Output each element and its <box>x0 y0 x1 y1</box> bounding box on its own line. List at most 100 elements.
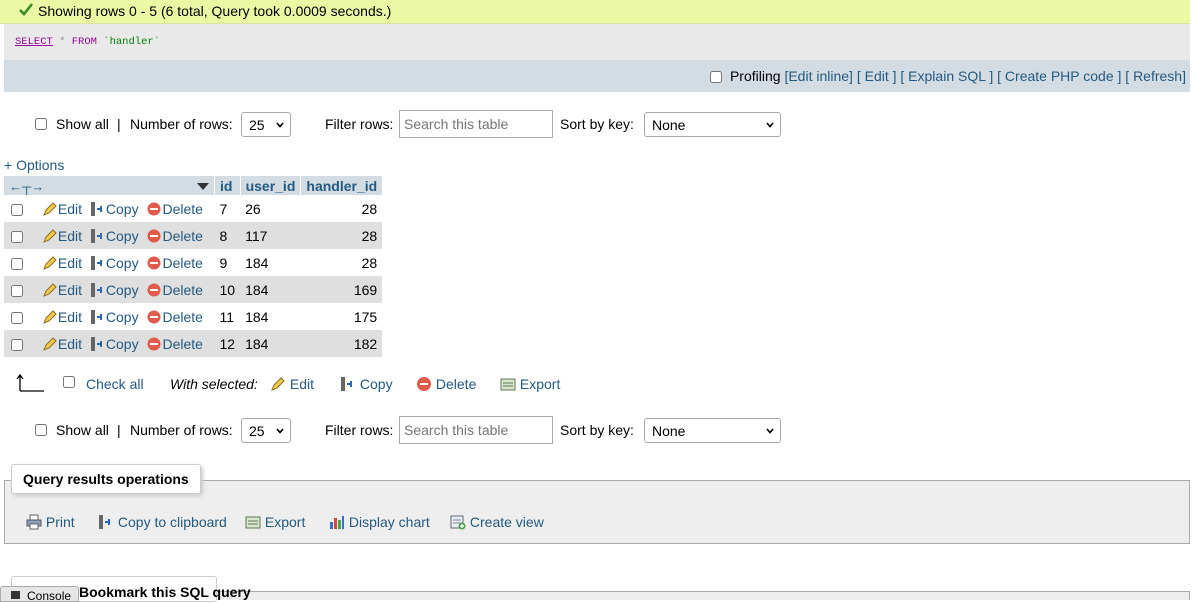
results-table: ←┬→ id user_id handler_id Edit Copy Dele… <box>4 176 383 357</box>
options-toggle-link[interactable]: + Options <box>4 157 64 173</box>
filter-rows-input[interactable]: Search this table <box>399 110 553 138</box>
row-edit-button[interactable]: Edit <box>42 228 82 244</box>
bulk-actions-bar: Check all With selected: Edit Copy Delet… <box>0 371 700 397</box>
console-tab[interactable]: Console <box>0 586 79 603</box>
table-row: Edit Copy Delete 7 26 28 <box>4 195 383 222</box>
success-message: Showing rows 0 - 5 (6 total, Query took … <box>38 3 392 19</box>
check-all-checkbox[interactable] <box>63 376 75 388</box>
row-checkbox[interactable] <box>11 230 23 243</box>
copy-icon <box>90 255 102 270</box>
row-copy-button[interactable]: Copy <box>90 309 139 325</box>
bulk-edit-button[interactable]: Edit <box>270 376 314 392</box>
bulk-export-button[interactable]: Export <box>500 376 560 392</box>
number-of-rows-select[interactable]: 25 <box>241 418 291 443</box>
row-copy-button[interactable]: Copy <box>90 228 139 244</box>
row-copy-button[interactable]: Copy <box>90 336 139 352</box>
row-checkbox[interactable] <box>11 203 23 216</box>
pencil-icon <box>42 309 57 324</box>
column-header-handler-id[interactable]: handler_id <box>300 176 383 195</box>
cell-user-id: 184 <box>240 330 301 357</box>
sort-by-key-select[interactable]: None <box>644 418 781 443</box>
row-edit-button[interactable]: Edit <box>42 255 82 271</box>
pencil-icon <box>42 282 57 297</box>
copy-icon <box>341 377 352 391</box>
row-edit-label: Edit <box>57 200 83 217</box>
column-menu-icon[interactable] <box>197 182 209 191</box>
sql-star: * <box>59 36 66 48</box>
row-copy-label: Copy <box>105 254 139 271</box>
sql-tools-bar: Profiling [Edit inline] [ Edit ] [ Expla… <box>4 60 1190 92</box>
filter-rows-input[interactable]: Search this table <box>399 416 553 444</box>
row-copy-button[interactable]: Copy <box>90 282 139 298</box>
cell-id: 11 <box>214 303 241 330</box>
row-delete-label: Delete <box>162 254 203 271</box>
row-copy-label: Copy <box>105 308 139 325</box>
sql-keyword-from: FROM <box>71 36 97 48</box>
row-copy-label: Copy <box>105 227 139 244</box>
display-chart-button[interactable]: Display chart <box>329 514 430 530</box>
bulk-delete-button[interactable]: Delete <box>416 376 476 392</box>
profiling-checkbox[interactable] <box>710 71 723 83</box>
print-button[interactable]: Print <box>26 514 75 530</box>
create-view-label: Create view <box>469 514 544 530</box>
refresh-link[interactable]: [ Refresh] <box>1125 68 1186 84</box>
delete-icon <box>147 256 161 269</box>
show-all-checkbox[interactable] <box>35 118 47 130</box>
copy-icon <box>90 282 102 297</box>
export-icon <box>245 516 261 529</box>
navigation-bar-top: Show all | Number of rows: 25 Filter row… <box>0 110 800 142</box>
row-checkbox[interactable] <box>11 338 23 351</box>
row-copy-button[interactable]: Copy <box>90 255 139 271</box>
bulk-export-label: Export <box>519 376 561 392</box>
row-edit-label: Edit <box>57 254 83 271</box>
column-header-user-id[interactable]: user_id <box>240 176 302 195</box>
row-checkbox[interactable] <box>11 284 23 297</box>
row-checkbox[interactable] <box>11 311 23 324</box>
sort-by-key-select[interactable]: None <box>644 112 781 137</box>
profiling-label: Profiling <box>729 68 781 84</box>
row-edit-button[interactable]: Edit <box>42 336 82 352</box>
edit-link[interactable]: [ Edit ] <box>857 68 897 84</box>
copy-to-clipboard-button[interactable]: Copy to clipboard <box>98 514 227 530</box>
cell-handler-id: 28 <box>300 222 383 249</box>
create-view-button[interactable]: Create view <box>450 514 544 530</box>
table-row: Edit Copy Delete 9 184 28 <box>4 249 383 276</box>
cell-id: 7 <box>214 195 241 222</box>
row-copy-button[interactable]: Copy <box>90 201 139 217</box>
cell-id: 10 <box>214 276 241 303</box>
row-checkbox[interactable] <box>11 257 23 270</box>
query-results-operations-title: Query results operations <box>11 464 201 494</box>
column-resize-header[interactable]: ←┬→ <box>4 176 215 195</box>
pencil-icon <box>42 201 57 216</box>
row-delete-button[interactable]: Delete <box>146 201 203 217</box>
row-delete-button[interactable]: Delete <box>146 336 203 352</box>
row-actions: Edit Copy Delete <box>4 249 215 276</box>
row-edit-button[interactable]: Edit <box>42 201 82 217</box>
bulk-copy-button[interactable]: Copy <box>340 376 393 392</box>
separator: | <box>117 422 121 438</box>
number-of-rows-select[interactable]: 25 <box>241 112 291 137</box>
row-edit-button[interactable]: Edit <box>42 282 82 298</box>
explain-sql-link[interactable]: [ Explain SQL ] <box>900 68 993 84</box>
sql-keyword-select[interactable]: SELECT <box>15 36 53 48</box>
row-delete-button[interactable]: Delete <box>146 309 203 325</box>
edit-inline-link[interactable]: [Edit inline] <box>784 68 852 84</box>
resize-arrows-icon[interactable]: ←┬→ <box>9 179 44 194</box>
create-php-code-link[interactable]: [ Create PHP code ] <box>997 68 1121 84</box>
check-all-link[interactable]: Check all <box>86 376 144 392</box>
row-delete-button[interactable]: Delete <box>146 282 203 298</box>
show-all-label: Show all <box>56 116 109 132</box>
show-all-checkbox[interactable] <box>35 424 47 436</box>
row-delete-button[interactable]: Delete <box>146 254 203 271</box>
export-button[interactable]: Export <box>245 514 305 530</box>
console-icon <box>11 591 20 599</box>
delete-icon <box>147 310 161 323</box>
row-edit-button[interactable]: Edit <box>42 309 82 325</box>
bulk-copy-label: Copy <box>359 376 393 392</box>
create-view-icon <box>450 515 466 530</box>
row-delete-button[interactable]: Delete <box>146 228 203 244</box>
column-header-id[interactable]: id <box>214 176 241 195</box>
with-selected-label: With selected: <box>170 376 258 392</box>
row-copy-label: Copy <box>105 335 139 352</box>
cell-handler-id: 182 <box>300 330 383 357</box>
